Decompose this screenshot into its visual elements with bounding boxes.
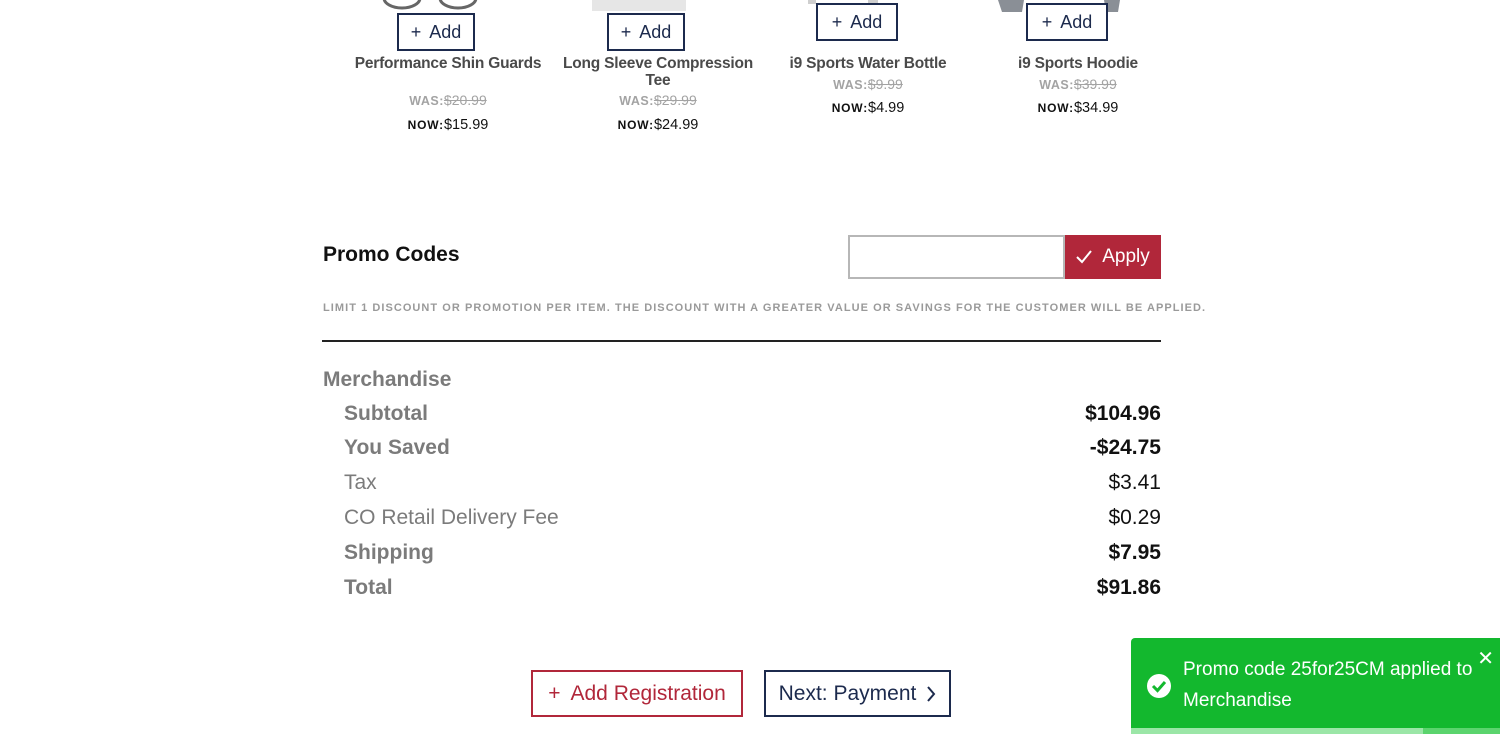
product-name: Long Sleeve Compression Tee	[562, 55, 754, 89]
chevron-right-icon	[927, 685, 936, 702]
add-button[interactable]: + Add	[1026, 3, 1108, 41]
product-name: i9 Sports Water Bottle	[789, 55, 947, 72]
summary-label: Shipping	[344, 541, 434, 564]
toast-notification: Promo code 25for25CM applied to Merchand…	[1131, 638, 1500, 734]
toast-message: Promo code 25for25CM applied to Merchand…	[1183, 659, 1473, 711]
summary-value: -$24.75	[1089, 436, 1161, 459]
add-button-label: Add	[639, 21, 672, 42]
close-icon[interactable]: ✕	[1477, 646, 1494, 671]
was-price: WAS:$29.99	[619, 92, 697, 108]
summary-row-total: Total $91.86	[344, 573, 1161, 603]
add-registration-button[interactable]: + Add Registration	[531, 670, 743, 717]
plus-icon: +	[620, 22, 632, 42]
add-button-label: Add	[850, 11, 883, 32]
product-card: + Add Long Sleeve Compression Tee WAS:$29…	[558, 0, 758, 140]
plus-icon: +	[831, 12, 843, 32]
apply-button[interactable]: Apply	[1065, 235, 1161, 279]
add-button[interactable]: + Add	[607, 13, 685, 51]
summary-label: CO Retail Delivery Fee	[344, 506, 559, 529]
plus-icon: +	[1041, 12, 1053, 32]
product-name: Performance Shin Guards	[354, 55, 542, 72]
was-price: WAS:$9.99	[833, 76, 903, 92]
summary-value: $0.29	[1108, 506, 1161, 529]
summary-value: $104.96	[1085, 402, 1161, 425]
add-registration-label: Add Registration	[570, 681, 726, 705]
promo-disclaimer: LIMIT 1 DISCOUNT OR PROMOTION PER ITEM. …	[323, 302, 1207, 314]
summary-label: Tax	[344, 471, 377, 494]
product-card: + Add i9 Sports Hoodie WAS:$39.99 NOW:$34…	[978, 0, 1178, 140]
summary-value: $91.86	[1096, 576, 1161, 599]
summary-value: $7.95	[1108, 541, 1161, 564]
summary-label: Subtotal	[344, 402, 428, 425]
summary-row-shipping: Shipping $7.95	[344, 538, 1161, 568]
was-price: WAS:$39.99	[1039, 76, 1117, 92]
add-button[interactable]: + Add	[397, 13, 475, 51]
check-icon	[1076, 250, 1093, 264]
toast-progress-track	[1131, 728, 1500, 734]
add-button[interactable]: + Add	[816, 3, 898, 41]
plus-icon: +	[410, 22, 422, 42]
summary-row-subtotal: Subtotal $104.96	[344, 399, 1161, 429]
apply-button-label: Apply	[1102, 246, 1150, 267]
now-price: NOW:$15.99	[407, 117, 489, 133]
plus-icon: +	[548, 681, 561, 705]
summary-row-delivery-fee: CO Retail Delivery Fee $0.29	[344, 503, 1161, 533]
summary-label: You Saved	[344, 436, 450, 459]
now-price: NOW:$24.99	[617, 117, 699, 133]
merchandise-section-title: Merchandise	[323, 368, 452, 391]
add-button-label: Add	[1060, 11, 1093, 32]
summary-value: $3.41	[1108, 471, 1161, 494]
next-payment-label: Next: Payment	[778, 681, 917, 705]
summary-row-tax: Tax $3.41	[344, 468, 1161, 498]
now-price: NOW:$34.99	[1037, 100, 1119, 116]
now-price: NOW:$4.99	[831, 100, 905, 116]
product-name: i9 Sports Hoodie	[1018, 55, 1138, 72]
promo-codes-title: Promo Codes	[323, 243, 460, 266]
toast-progress-bar	[1131, 728, 1423, 734]
product-card: + Add Performance Shin Guards WAS:$20.99 …	[348, 0, 548, 140]
summary-row-you-saved: You Saved -$24.75	[344, 433, 1161, 463]
divider	[322, 340, 1161, 342]
product-card: + Add i9 Sports Water Bottle WAS:$9.99 NO…	[768, 0, 968, 140]
success-check-icon	[1147, 674, 1171, 698]
next-payment-button[interactable]: Next: Payment	[764, 670, 951, 717]
summary-label: Total	[344, 576, 393, 599]
promo-code-input[interactable]	[848, 235, 1065, 279]
add-button-label: Add	[429, 21, 462, 42]
was-price: WAS:$20.99	[409, 92, 487, 108]
